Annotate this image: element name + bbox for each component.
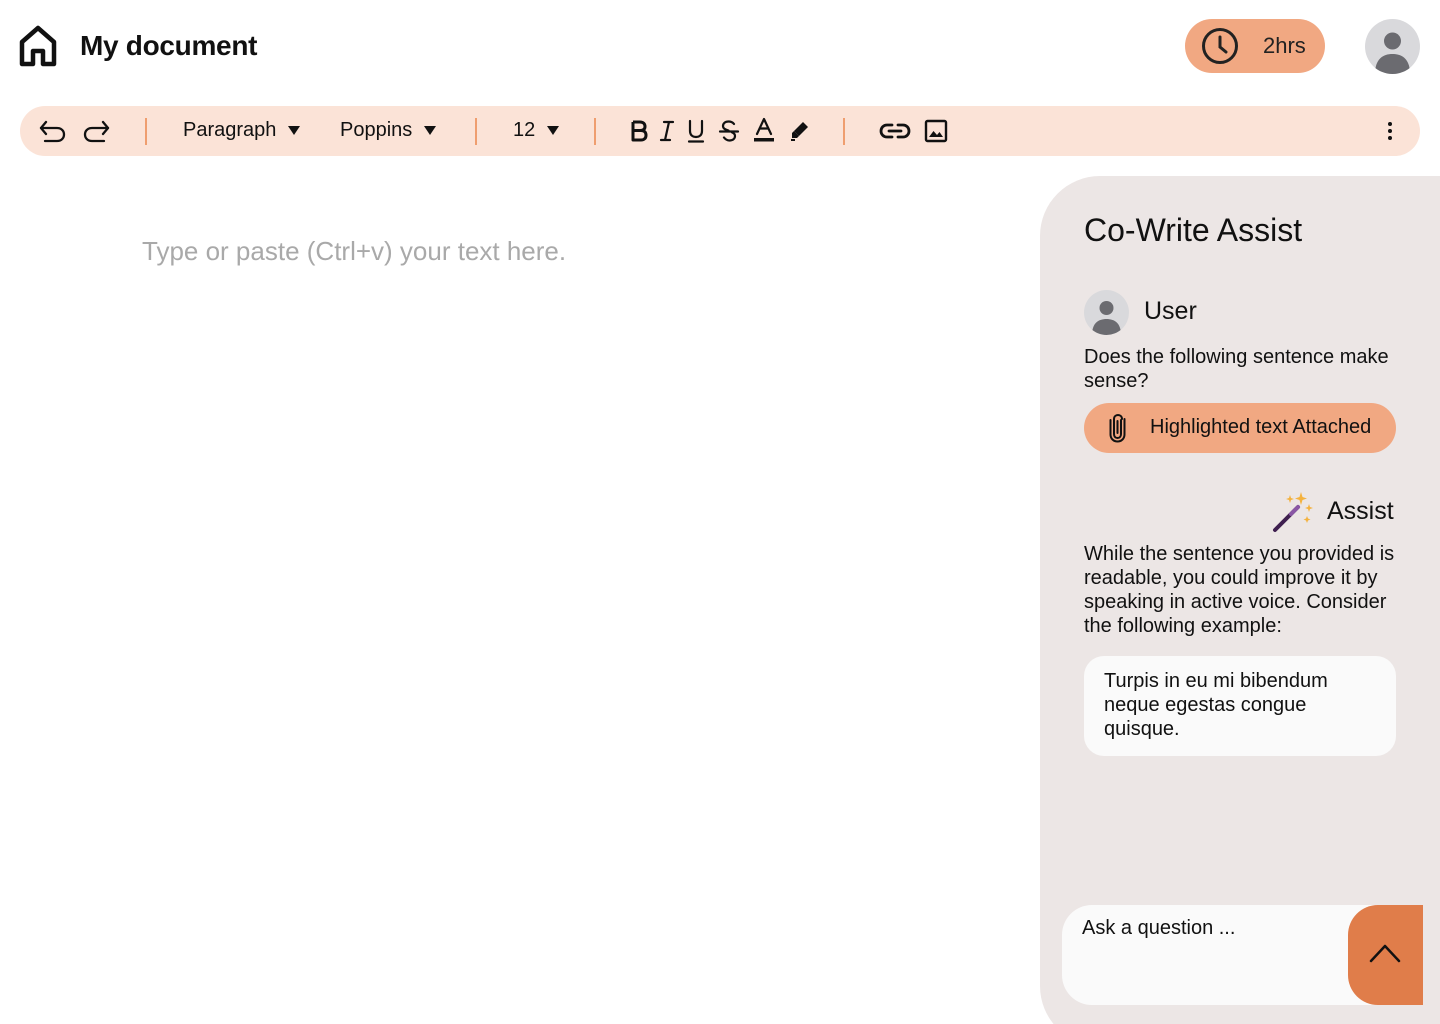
italic-button[interactable] [658,118,676,144]
toolbar-divider [145,118,147,145]
font-value: Poppins [340,119,413,141]
more-vertical-icon [1388,122,1392,140]
underline-icon [687,119,705,143]
magic-wand-icon [1271,490,1315,539]
more-options-button[interactable] [1386,119,1394,143]
chevron-down-icon [547,126,560,135]
strikethrough-icon [718,120,740,142]
home-button[interactable] [18,24,58,68]
text-color-icon [754,117,774,142]
assistant-message: While the sentence you provided is reada… [1084,543,1395,637]
block-style-dropdown[interactable]: Paragraph [183,119,301,142]
session-timer: 2hrs [1185,19,1325,73]
assist-panel: Co-Write Assist User Does the following … [1040,176,1440,1024]
chevron-up-icon [1369,944,1401,963]
example-sentence-card: Turpis in eu mi bibendum neque egestas c… [1084,656,1396,756]
chevron-down-icon [288,126,301,135]
redo-icon [83,120,110,143]
toolbar-divider [843,118,845,145]
highlight-button[interactable] [789,119,811,143]
question-box [1062,905,1382,1005]
toolbar-divider [475,118,477,145]
font-dropdown[interactable]: Poppins [340,119,437,142]
link-icon [879,123,911,139]
formatting-toolbar: Paragraph Poppins 12 [20,106,1420,156]
italic-icon [659,120,675,142]
ask-question-input[interactable] [1082,915,1352,941]
profile-avatar[interactable] [1365,19,1420,74]
send-question-button[interactable] [1348,905,1423,1005]
clock-icon [1202,28,1238,64]
user-avatar-icon [1375,32,1410,74]
highlighted-text-attachment[interactable]: Highlighted text Attached [1084,403,1396,453]
font-size-dropdown[interactable]: 12 [513,119,560,142]
text-color-button[interactable] [752,116,776,144]
attachment-label: Highlighted text Attached [1150,416,1372,438]
timer-label: 2hrs [1263,33,1306,58]
user-message: Does the following sentence make sense? [1084,346,1389,392]
block-style-value: Paragraph [183,119,277,141]
highlighter-icon [791,122,808,141]
font-size-value: 12 [513,119,536,141]
undo-button[interactable] [38,119,66,143]
document-editor[interactable] [142,236,1002,876]
bold-button[interactable] [630,118,648,144]
document-title[interactable]: My document [80,30,257,62]
user-avatar [1084,290,1129,335]
toolbar-divider [594,118,596,145]
strikethrough-button[interactable] [718,118,740,144]
user-name: User [1144,297,1197,325]
insert-link-button[interactable] [879,119,911,143]
home-icon [19,25,57,67]
user-avatar-icon [1092,301,1121,335]
bold-icon [631,120,648,142]
chevron-down-icon [424,126,437,135]
redo-button[interactable] [83,119,111,143]
underline-button[interactable] [686,118,706,144]
undo-icon [39,120,66,143]
assistant-name: Assist [1327,497,1394,525]
panel-title: Co-Write Assist [1084,212,1303,248]
image-icon [924,119,948,143]
insert-image-button[interactable] [924,119,948,143]
paperclip-icon [1109,413,1126,443]
